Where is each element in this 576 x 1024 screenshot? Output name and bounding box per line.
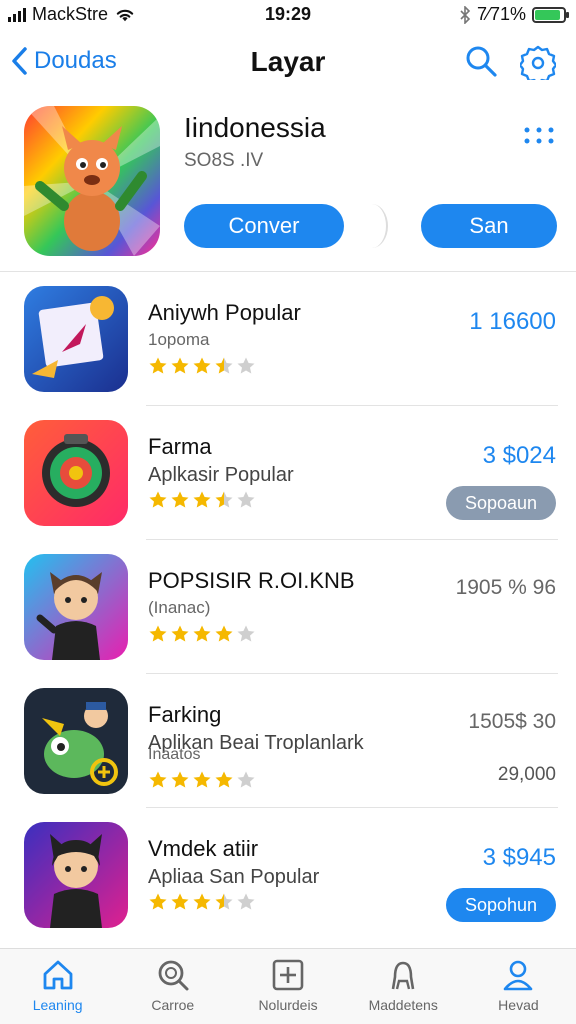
star-filled-icon [171, 357, 189, 374]
tab-carroe[interactable]: Carroe [115, 949, 230, 1024]
featured-app: Iindonessia SO8S .IV Conver San [0, 100, 576, 272]
back-label: Doudas [34, 47, 117, 74]
item-price: 3 $024 [482, 442, 556, 469]
star-rating [148, 490, 256, 510]
item-title: Aniywh Popular [148, 300, 301, 325]
item-title: Farking [148, 702, 222, 727]
star-empty-icon [237, 491, 255, 508]
star-half-icon [215, 491, 233, 508]
get-button[interactable]: Sopoaun [446, 486, 556, 520]
star-filled-icon [193, 771, 211, 788]
status-bar: MackStre 19:29 7⁄71% [0, 0, 576, 30]
star-filled-icon [193, 625, 211, 642]
profile-icon [504, 960, 533, 991]
item-subtitle: 1opoma [148, 330, 210, 349]
battery-percent: 7⁄71% [476, 4, 526, 24]
battery-icon [532, 6, 569, 23]
app-icon [24, 554, 128, 660]
star-empty-icon [237, 625, 255, 642]
search-icon [158, 960, 189, 991]
battery-level [535, 9, 561, 20]
tab-label: Hevad [498, 997, 539, 1013]
tab-label: Maddetens [368, 997, 438, 1013]
app-icon [24, 822, 128, 928]
star-empty-icon [237, 357, 255, 374]
app-icon [24, 420, 128, 526]
item-price: 1 16600 [469, 308, 556, 335]
star-filled-icon [193, 357, 211, 374]
item-title: Vmdek atiir [148, 836, 259, 861]
star-filled-icon [215, 625, 233, 642]
app-list: Aniywh Popular 1opoma 1 16600 Farma Aplk… [0, 272, 576, 942]
featured-title: Iindonessia [184, 112, 326, 143]
chevron-left-icon [12, 47, 27, 75]
nav-bar: Doudas Layar [0, 36, 576, 88]
tab-label: Nolurdeis [258, 997, 318, 1013]
plus-box-icon [272, 959, 304, 991]
star-rating [148, 770, 256, 790]
tab-bar: Leaning Carroe Nolurdeis Maddetens Hevad [0, 948, 576, 1024]
star-filled-icon [171, 771, 189, 788]
list-item[interactable]: Vmdek atiir Apliaa San Popular 3 $945 So… [0, 808, 576, 942]
list-item[interactable]: Farking Aplikan Beai Troplanlark Inaatos… [0, 674, 576, 808]
star-filled-icon [149, 491, 167, 508]
star-filled-icon [171, 625, 189, 642]
star-empty-icon [237, 893, 255, 910]
item-subtitle: (Inanac) [148, 598, 211, 617]
star-empty-icon [237, 771, 255, 788]
tab-nolurdeis[interactable]: Nolurdeis [230, 949, 345, 1024]
star-filled-icon [171, 893, 189, 910]
tab-label: Leaning [32, 997, 83, 1013]
person-outline-icon [391, 961, 415, 990]
star-filled-icon [149, 625, 167, 642]
item-price: 1505$ 30 [468, 710, 556, 733]
featured-app-icon[interactable] [24, 106, 160, 256]
list-item[interactable]: Farma Aplkasir Popular 3 $024 Sopoaun [0, 406, 576, 540]
tab-maddetens[interactable]: Maddetens [346, 949, 461, 1024]
status-right: 7⁄71% [459, 4, 569, 25]
tab-hevad[interactable]: Hevad [461, 949, 576, 1024]
convert-button[interactable]: Conver [184, 204, 344, 248]
item-title: POPSISIR R.OI.KNB [148, 568, 355, 593]
star-filled-icon [193, 893, 211, 910]
item-title: Farma [148, 434, 212, 459]
star-filled-icon [193, 491, 211, 508]
star-half-icon [215, 893, 233, 910]
item-price: 1905 % 96 [455, 576, 556, 599]
item-note: Inaatos [148, 746, 201, 763]
star-filled-icon [149, 771, 167, 788]
star-rating [148, 624, 256, 644]
settings-icon[interactable] [520, 44, 556, 80]
san-button[interactable]: San [421, 204, 557, 248]
featured-subtitle: SO8S .IV [184, 150, 264, 171]
list-item[interactable]: POPSISIR R.OI.KNB (Inanac) 1905 % 96 [0, 540, 576, 674]
star-filled-icon [149, 357, 167, 374]
item-price: 3 $945 [482, 844, 556, 871]
get-button[interactable]: Sopohun [446, 888, 556, 922]
star-filled-icon [215, 771, 233, 788]
more-dots-icon[interactable] [522, 126, 556, 146]
star-filled-icon [149, 893, 167, 910]
back-button[interactable]: Doudas [10, 46, 117, 76]
item-subtitle: Aplkasir Popular [148, 464, 294, 486]
star-filled-icon [171, 491, 189, 508]
search-icon[interactable] [464, 44, 498, 78]
app-icon [24, 286, 128, 392]
star-rating [148, 892, 256, 912]
separator-ring [356, 204, 388, 248]
list-item[interactable]: Aniywh Popular 1opoma 1 16600 [0, 272, 576, 406]
star-half-icon [215, 357, 233, 374]
star-rating [148, 356, 256, 376]
app-icon [24, 688, 128, 794]
home-icon [43, 960, 72, 990]
bluetooth-icon [460, 5, 471, 24]
tab-label: Carroe [151, 997, 195, 1013]
item-extra: 29,000 [497, 764, 556, 785]
item-subtitle: Apliaa San Popular [148, 866, 320, 888]
tab-leaning[interactable]: Leaning [0, 949, 115, 1024]
